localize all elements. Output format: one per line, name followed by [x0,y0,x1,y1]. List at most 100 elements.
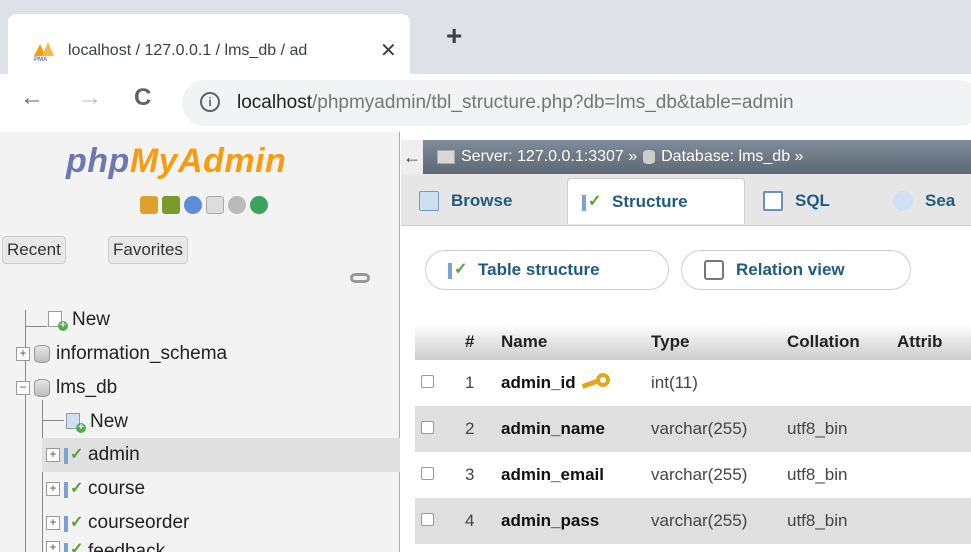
browser-tabbar: PMA localhost / 127.0.0.1 / lms_db / ad … [0,0,971,74]
database-icon [34,345,50,363]
relation-view-button[interactable]: Relation view [681,250,911,290]
tree-item-feedback[interactable]: + ✓ feedback [46,541,165,552]
navigation-panel: phpMyAdmin Recent Favorites + New + info… [0,132,400,552]
new-icon: + [48,311,68,331]
row-checkbox[interactable] [421,375,434,388]
table-row: 3 admin_email varchar(255) utf8_bin [415,452,971,498]
collapse-nav-arrow-icon[interactable]: ← [401,140,423,174]
header-collation[interactable]: Collation [781,324,891,360]
header-name[interactable]: Name [495,324,645,360]
row-type: varchar(255) [645,452,781,498]
row-type: varchar(255) [645,406,781,452]
structure-table: # Name Type Collation Attrib 1 admin_id … [415,324,971,544]
table-row: 2 admin_name varchar(255) utf8_bin [415,406,971,452]
row-attributes [891,406,971,452]
row-attributes [891,452,971,498]
table-icon: ✓ [64,514,83,532]
primary-key-icon [581,372,610,391]
server-icon [437,150,455,164]
info-icon[interactable]: i [200,92,220,112]
tree-item-information-schema[interactable]: + information_schema [16,338,227,370]
row-type: varchar(255) [645,498,781,544]
table-tabs: Browse ✓ Structure SQL Sea [401,174,971,226]
tree-line [42,420,64,421]
header-checkbox [415,324,459,360]
row-collation: utf8_bin [781,452,891,498]
row-name: admin_pass [495,498,645,544]
row-checkbox[interactable] [421,421,434,434]
browse-icon [419,191,439,211]
breadcrumb-database[interactable]: Database: lms_db » [661,148,803,166]
row-type: int(11) [645,360,781,406]
row-checkbox[interactable] [421,467,434,480]
tab-title: localhost / 127.0.0.1 / lms_db / ad [68,42,308,59]
row-collation [781,360,891,406]
table-structure-button[interactable]: ✓ Table structure [425,250,669,290]
expand-icon[interactable]: + [46,541,60,552]
header-type[interactable]: Type [645,324,781,360]
tree-item-admin[interactable]: + ✓ admin [46,439,140,471]
row-name: admin_email [495,452,645,498]
link-icon[interactable] [350,273,370,283]
structure-icon: ✓ [582,193,601,211]
expand-icon[interactable]: + [46,516,60,530]
back-arrow-icon[interactable]: ← [20,84,44,112]
recent-tab[interactable]: Recent [2,236,66,264]
sql-icon [763,191,783,211]
tree-item-lms-db[interactable]: − lms_db [16,372,117,404]
table-header-row: # Name Type Collation Attrib [415,324,971,360]
tree-item-course[interactable]: + ✓ course [46,473,145,505]
favorites-tab[interactable]: Favorites [108,236,188,264]
phpmyadmin-logo[interactable]: phpMyAdmin [66,142,286,181]
table-row: 1 admin_id int(11) [415,360,971,406]
nav-icon-bar [140,196,268,214]
structure-icon: ✓ [448,261,467,279]
home-icon[interactable] [140,196,158,214]
expand-icon[interactable]: + [46,448,60,462]
tree-item-new[interactable]: + New [48,304,110,336]
expand-icon[interactable]: + [16,347,30,361]
main-panel: ← Server: 127.0.0.1:3307 » Database: lms… [401,132,971,552]
table-icon: ✓ [64,480,83,498]
tab-close-icon[interactable]: ✕ [380,38,397,63]
help-icon[interactable] [184,196,202,214]
database-icon[interactable] [162,196,180,214]
row-attributes [891,498,971,544]
table-icon: ✓ [64,446,83,464]
tree-item-courseorder[interactable]: + ✓ courseorder [46,507,189,539]
tab-search[interactable]: Sea [893,178,955,224]
url-text: localhost/phpmyadmin/tbl_structure.php?d… [237,92,794,114]
row-number: 3 [459,452,495,498]
row-checkbox[interactable] [421,513,434,526]
pma-favicon: PMA [34,42,54,62]
header-attributes[interactable]: Attrib [891,324,971,360]
address-bar[interactable]: i localhost/phpmyadmin/tbl_structure.php… [182,80,971,126]
table-row: 4 admin_pass varchar(255) utf8_bin [415,498,971,544]
url-path: /phpmyadmin/tbl_structure.php?db=lms_db&… [312,92,794,113]
header-number[interactable]: # [459,324,495,360]
tab-sql[interactable]: SQL [763,178,830,224]
collapse-icon[interactable]: − [16,381,30,395]
row-attributes [891,360,971,406]
svg-text:PMA: PMA [34,57,48,62]
forward-arrow-icon[interactable]: → [78,84,102,112]
docs-icon[interactable] [206,196,224,214]
tab-browse[interactable]: Browse [419,178,512,224]
expand-icon[interactable]: + [46,482,60,496]
search-icon [893,191,913,211]
breadcrumb-server[interactable]: Server: 127.0.0.1:3307 » [461,148,637,166]
reload-icon[interactable] [250,196,268,214]
breadcrumb: ← Server: 127.0.0.1:3307 » Database: lms… [401,140,971,174]
reload-icon[interactable]: C [134,84,151,112]
settings-icon[interactable] [228,196,246,214]
database-icon [643,150,656,164]
row-number: 4 [459,498,495,544]
row-name: admin_id [495,360,645,406]
tree-item-new-table[interactable]: + New [66,406,128,438]
tree-line [42,400,43,552]
row-number: 1 [459,360,495,406]
browser-tab[interactable]: PMA localhost / 127.0.0.1 / lms_db / ad … [8,14,410,74]
row-number: 2 [459,406,495,452]
tab-structure[interactable]: ✓ Structure [567,178,745,224]
new-tab-button[interactable]: + [446,20,462,52]
